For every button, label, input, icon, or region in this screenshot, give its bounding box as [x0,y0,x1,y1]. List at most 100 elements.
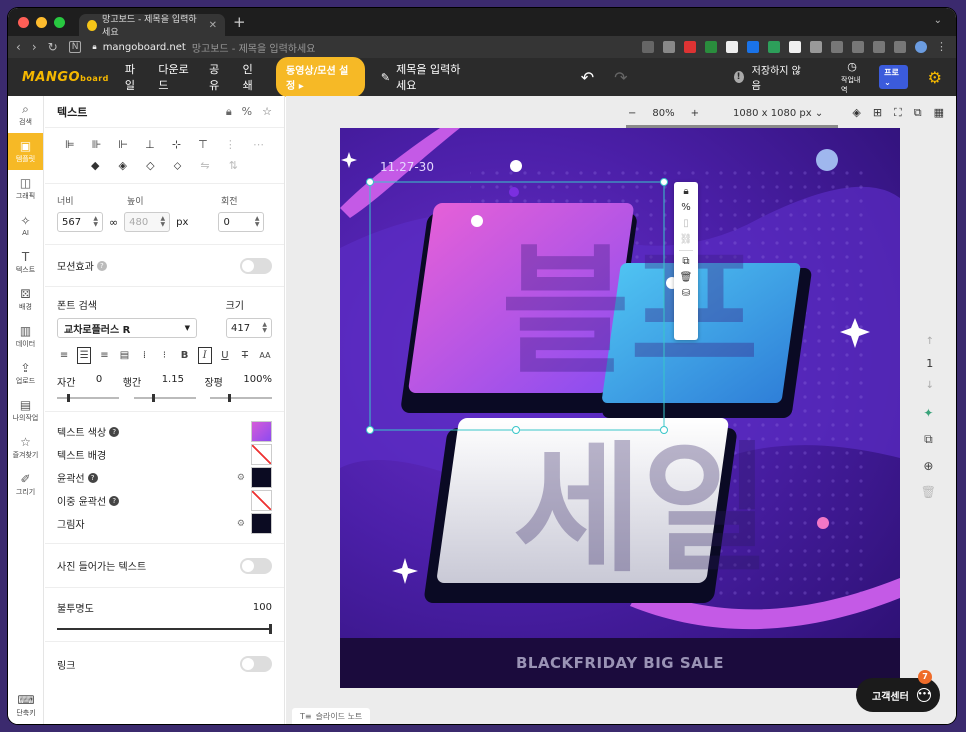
artboard[interactable]: 블프 세일 11.27-30 BLACKFRIDAY BIG SALE [340,128,900,688]
grid-icon[interactable]: ▦ [934,106,944,120]
underline-icon[interactable]: U [218,347,232,364]
strikethrough-icon[interactable]: T [238,347,252,364]
customer-support-button[interactable]: 고객센터 ••• 7 [856,670,940,712]
maximize-window-button[interactable] [54,16,65,28]
text-color-swatch[interactable] [251,421,272,442]
minimize-window-button[interactable] [36,16,47,28]
favorite-star-icon[interactable]: ☆ [262,105,272,119]
document-title-field[interactable]: ✎ 제목을 입력하세요 [381,61,467,93]
text-align-left-icon[interactable]: ≡ [57,347,71,364]
trash-icon[interactable]: 🗑︎ [680,272,693,283]
scale-knob[interactable] [228,394,231,402]
extension-shield-icon[interactable] [705,41,717,53]
outline-swatch[interactable] [251,467,272,488]
magic-wand-icon[interactable]: ✦ [923,406,933,420]
menu-print[interactable]: 인쇄 [243,61,260,93]
ungroup-icon[interactable]: % [681,202,691,213]
text-justify-icon[interactable]: ▤ [117,347,131,364]
zoom-out-icon[interactable]: − [628,108,636,119]
align-top-icon[interactable]: ⊤ [198,138,208,151]
rail-graphic[interactable]: ◫ 그래픽 [8,170,43,207]
menu-download[interactable]: 다운로드 [158,61,193,93]
shadow-swatch[interactable] [251,513,272,534]
page-down-icon[interactable]: ↓ [926,380,934,391]
width-stepper-icon[interactable]: ▲ ▼ [93,216,98,228]
align-right-icon[interactable]: ⊩ [118,138,128,151]
animation-settings-button[interactable]: 동영상/모션 설정 ▸ [276,57,365,97]
layers-icon[interactable]: ◈ [852,106,860,120]
extension-green-icon[interactable] [768,41,780,53]
menu-share[interactable]: 공유 [209,61,226,93]
bring-to-front-icon[interactable]: ◆ [91,159,99,173]
rail-background[interactable]: ⚄ 배경 [8,281,43,318]
rail-search[interactable]: ⌕ 검색 [8,96,43,133]
distribute-horizontal-icon[interactable]: ⋯ [253,138,264,151]
group-icon[interactable]: ▯ [683,218,689,229]
font-family-select[interactable]: 교차로플러스 R ▼ [57,318,197,338]
align-bottom-icon[interactable]: ⊥ [145,138,155,151]
tab-close-icon[interactable]: ✕ [209,20,217,31]
scale-slider[interactable] [210,394,272,402]
extension-puzzle-icon[interactable] [663,41,675,53]
line-height-slider[interactable] [133,394,196,402]
add-page-icon[interactable]: ⊕ [923,459,933,473]
double-outline-swatch[interactable] [251,490,272,511]
rail-text[interactable]: T 텍스트 [8,244,43,281]
extension-square-icon[interactable] [789,41,801,53]
rotation-input[interactable]: 0 ▲ ▼ [218,212,265,232]
close-window-button[interactable] [18,16,29,28]
copy-page-icon[interactable]: ⧉ [924,432,933,447]
profile-avatar-icon[interactable] [915,41,927,53]
ungroup-icon[interactable]: % [242,105,252,119]
extension-n-icon[interactable]: N [68,41,82,53]
zoom-in-icon[interactable]: + [691,108,699,119]
undo-icon[interactable]: ↶ [581,68,594,87]
rail-shortcuts[interactable]: ⌨ 단축키 [8,687,44,724]
canvas-size-select[interactable]: 1080 x 1080 px ⌄ [733,108,823,119]
height-input[interactable]: 480 ▲ ▼ [124,212,171,232]
slide-note-tab[interactable]: T≡ 슬라이드 노트 [292,708,371,724]
flip-vertical-icon[interactable]: ⇅ [229,159,238,173]
rail-upload[interactable]: ⇪ 업로드 [8,355,43,392]
letter-spacing-knob[interactable] [67,394,70,402]
motion-help-icon[interactable]: ? [96,260,107,271]
distribute-vertical-icon[interactable]: ⋮ [225,138,236,151]
extension-red-icon[interactable] [684,41,696,53]
extension-gray-icon[interactable] [810,41,822,53]
width-input[interactable]: 567 ▲ ▼ [57,212,103,232]
rail-my-work[interactable]: ▤ 나의작업 [8,392,43,429]
flip-horizontal-icon[interactable]: ⇋ [200,159,209,173]
zoom-value[interactable]: 80% [652,108,674,119]
share-icon[interactable] [642,41,654,53]
mangoboard-logo[interactable]: MANGOboard [22,70,109,85]
ruler-icon[interactable]: ⊞ [873,106,882,120]
text-align-center-icon[interactable]: ☰ [77,347,92,364]
duplicate-icon[interactable]: ⧉ [682,256,689,267]
url-field[interactable]: 🔒︎ mangoboard.net 망고보드 - 제목을 입력하세요 [92,40,315,55]
resize-icon[interactable]: ⧉ [914,106,922,120]
back-icon[interactable]: ‹ [16,40,21,54]
lock-icon[interactable]: 🔒︎ [226,105,232,119]
forward-icon[interactable]: › [32,40,37,54]
fit-screen-icon[interactable]: ⛶ [894,106,902,120]
align-left-icon[interactable]: ⊫ [65,138,75,151]
line-height-knob[interactable] [151,394,155,402]
text-color-help-icon[interactable]: ? [109,426,120,437]
align-center-icon[interactable]: ⊪ [92,138,102,151]
settings-gear-icon[interactable]: ⚙ [928,68,942,87]
link-ratio-icon[interactable]: ∞ [109,216,118,229]
opacity-knob[interactable] [269,624,272,634]
delete-page-icon[interactable]: 🗑︎ [921,485,936,499]
rail-ai[interactable]: ✧ AI [8,207,43,244]
vertical-text-alt-icon[interactable]: ⁝ [158,347,172,364]
double-outline-help-icon[interactable]: ? [109,495,120,506]
font-size-stepper-icon[interactable]: ▲ ▼ [262,322,267,334]
height-stepper-icon[interactable]: ▲ ▼ [161,216,166,228]
tab-search-chevron-icon[interactable]: ⌄ [934,15,942,26]
page-up-icon[interactable]: ↑ [926,336,934,347]
extension-blue-icon[interactable] [747,41,759,53]
download-icon[interactable] [831,41,843,53]
send-to-back-icon[interactable]: ⬦ [174,159,182,173]
browser-menu-icon[interactable]: ⋮ [936,41,948,53]
browser-tab[interactable]: 망고보드 - 제목을 입력하세요 ✕ [79,14,225,38]
